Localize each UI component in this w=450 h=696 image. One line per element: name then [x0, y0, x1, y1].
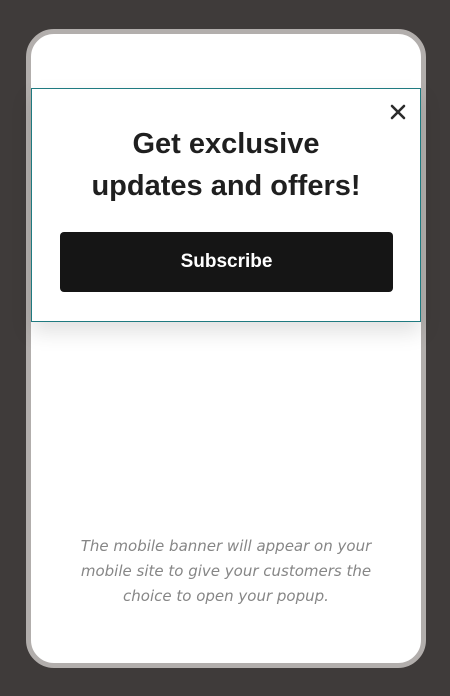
banner-headline: Get exclusive updates and offers!: [32, 123, 420, 207]
close-button[interactable]: [388, 102, 408, 122]
headline-line-1: Get exclusive: [132, 128, 320, 160]
headline-line-2: updates and offers!: [91, 170, 361, 202]
banner-description: The mobile banner will appear on your mo…: [80, 537, 372, 605]
preview-stage: Get exclusive updates and offers! Subscr…: [0, 0, 450, 696]
subscribe-button[interactable]: Subscribe: [60, 232, 393, 292]
mobile-banner: Get exclusive updates and offers! Subscr…: [31, 88, 421, 322]
close-icon: [390, 104, 406, 120]
